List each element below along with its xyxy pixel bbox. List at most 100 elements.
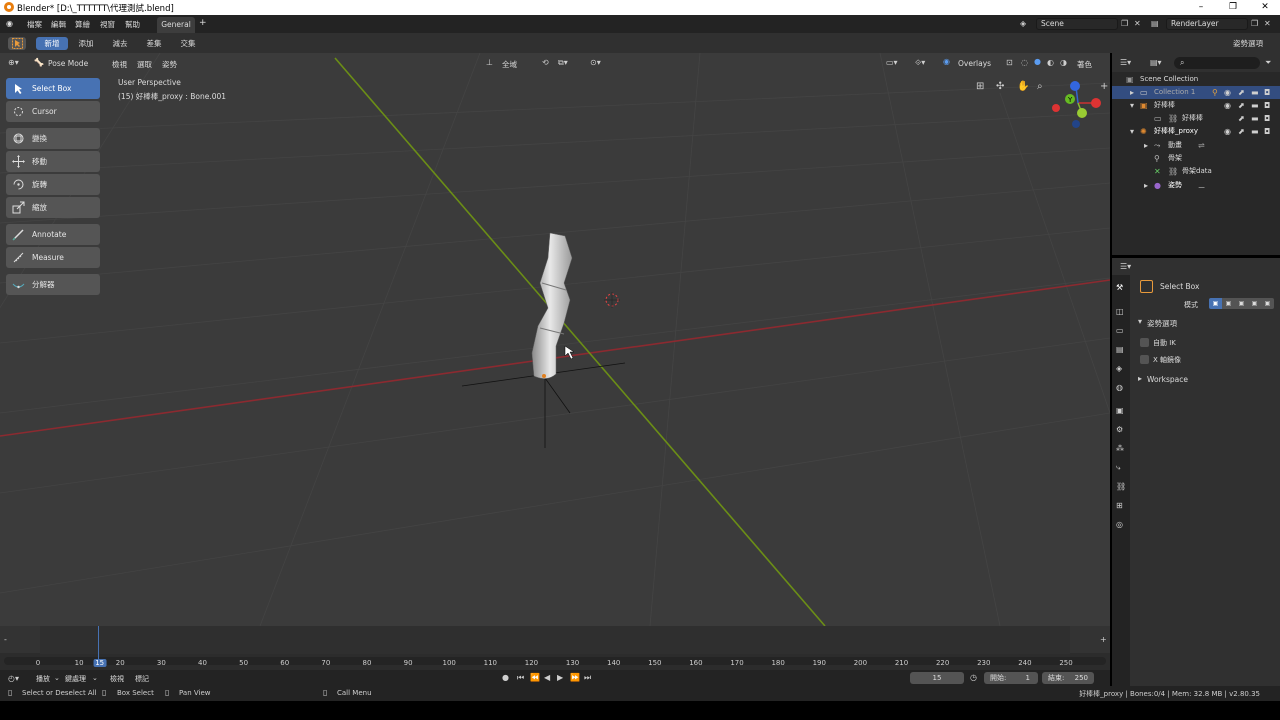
editor-type-icon[interactable]: ◴▾: [8, 674, 19, 684]
mode-subtract-button[interactable]: 減去: [104, 37, 136, 50]
scene-tab-icon[interactable]: ◈: [1116, 364, 1122, 374]
menu-view[interactable]: 檢視: [110, 674, 124, 684]
menu-edit[interactable]: 編輯: [51, 19, 66, 30]
tool-measure[interactable]: Measure: [6, 247, 100, 268]
play-icon[interactable]: ▶: [557, 673, 563, 683]
render-icon[interactable]: ◘: [1264, 101, 1270, 111]
expand-arrow-icon[interactable]: ▾: [1130, 101, 1134, 111]
selectable-icon[interactable]: ⬈: [1238, 101, 1245, 111]
overlays-icon[interactable]: ◉: [943, 57, 950, 67]
auto-ik-checkbox[interactable]: [1140, 338, 1149, 347]
pivot-icon[interactable]: ⟲: [542, 58, 549, 68]
render-icon[interactable]: ◘: [1264, 127, 1270, 137]
expand-arrow-icon[interactable]: ▸: [1144, 141, 1148, 151]
menu-playback[interactable]: 播放: [36, 674, 50, 684]
material-shading-icon[interactable]: ◐: [1047, 58, 1054, 68]
output-tab-icon[interactable]: ▭: [1116, 326, 1124, 336]
mode-intersect-icon[interactable]: ▣: [1261, 298, 1274, 309]
menu-render[interactable]: 算繪: [75, 19, 90, 30]
editor-type-icon[interactable]: ☰▾: [1120, 58, 1131, 68]
outliner-row-collection-1[interactable]: ▸ ▭ Collection 1 ⚲ ◉ ⬈ ▬ ◘: [1112, 86, 1280, 99]
zoom-view-icon[interactable]: ⌕: [1037, 82, 1043, 92]
new-scene-icon[interactable]: ❐: [1121, 19, 1128, 29]
pan-view-icon[interactable]: ✋: [1017, 82, 1029, 92]
world-tab-icon[interactable]: ◍: [1116, 383, 1123, 393]
gizmo-toggle-icon[interactable]: ⟐▾: [915, 58, 925, 68]
end-frame-field[interactable]: 結束: 250: [1042, 672, 1094, 684]
scene-selector[interactable]: Scene: [1036, 18, 1118, 30]
wireframe-shading-icon[interactable]: ◌: [1021, 58, 1028, 68]
tool-breakdowner[interactable]: 分解器: [6, 274, 100, 295]
view-layer-selector[interactable]: RenderLayer: [1166, 18, 1248, 30]
add-workspace-button[interactable]: +: [199, 18, 207, 28]
tool-transform[interactable]: 變換: [6, 128, 100, 149]
mode-selector[interactable]: Pose Mode: [48, 59, 88, 68]
x-mirror-checkbox[interactable]: [1140, 355, 1149, 364]
preview-range-icon[interactable]: ◷: [970, 673, 977, 683]
particles-tab-icon[interactable]: ⁂: [1116, 444, 1124, 454]
transform-orientation-dropdown[interactable]: 全域: [502, 59, 517, 70]
menu-keying[interactable]: 鍵處理: [65, 674, 86, 684]
editor-type-icon[interactable]: ☰▾: [1120, 262, 1131, 272]
outliner-row-instance[interactable]: ▭ ⛓ 好棒棒 ⬈ ▬ ◘: [1112, 112, 1280, 125]
tool-cursor[interactable]: Cursor: [6, 101, 100, 122]
visibility-eye-icon[interactable]: ◉: [1224, 127, 1231, 137]
workspace-panel-header[interactable]: ▸ Workspace: [1134, 372, 1280, 386]
outliner-row-proxy[interactable]: ▾ ✺ 好棒棒_proxy ◉ ⬈ ▬ ◘: [1112, 125, 1280, 138]
mode-difference-button[interactable]: 差集: [138, 37, 170, 50]
next-keyframe-icon[interactable]: ⏩: [570, 673, 580, 683]
render-icon[interactable]: ◘: [1264, 114, 1270, 124]
tool-select-box[interactable]: Select Box: [6, 78, 100, 99]
menu-window[interactable]: 視窗: [100, 19, 115, 30]
tool-annotate[interactable]: Annotate: [6, 224, 100, 245]
current-frame-field[interactable]: 15: [910, 672, 964, 684]
render-tab-icon[interactable]: ◫: [1116, 307, 1124, 317]
maximize-button[interactable]: ❐: [1218, 0, 1248, 15]
rendered-shading-icon[interactable]: ◑: [1060, 58, 1067, 68]
viewport-display-icon[interactable]: ▬: [1251, 101, 1259, 111]
expand-arrow-icon[interactable]: ▸: [1144, 181, 1148, 191]
selectable-icon[interactable]: ⬈: [1238, 88, 1245, 98]
mode-intersect-button[interactable]: 交集: [172, 37, 204, 50]
start-frame-field[interactable]: 開始: 1: [984, 672, 1038, 684]
selectable-icon[interactable]: ⬈: [1238, 114, 1245, 124]
pose-options-panel-header[interactable]: ▾ 姿勢選項: [1134, 315, 1280, 329]
expand-arrow-icon[interactable]: ▾: [1130, 127, 1134, 137]
timeline-track[interactable]: [40, 626, 1070, 654]
new-view-layer-icon[interactable]: ❐: [1251, 19, 1258, 29]
timeline-plus-icon[interactable]: +: [1100, 635, 1107, 645]
mode-difference-icon[interactable]: ▣: [1248, 298, 1261, 309]
tool-tab-icon[interactable]: ⚒: [1116, 283, 1123, 293]
viewport-expand-icon[interactable]: +: [1100, 82, 1108, 92]
outliner-row-animation[interactable]: ▸ ⤳ 動畫 ⇌: [1112, 139, 1280, 152]
menu-marker[interactable]: 標記: [135, 674, 149, 684]
outliner-row-pose[interactable]: ▸ ● 姿勢 ⚊: [1112, 179, 1280, 192]
viewport-display-icon[interactable]: ▬: [1251, 114, 1259, 124]
tool-scale[interactable]: 縮放: [6, 197, 100, 218]
jump-start-icon[interactable]: ⏮: [517, 673, 524, 683]
menu-help[interactable]: 幫助: [125, 19, 140, 30]
solid-shading-icon[interactable]: ●: [1034, 57, 1041, 67]
outliner-row-armature[interactable]: ⚲ 骨架: [1112, 152, 1280, 165]
overlays-dropdown[interactable]: Overlays: [958, 59, 991, 68]
editor-type-icon[interactable]: ⊕▾: [8, 58, 19, 68]
display-mode-icon[interactable]: ▤▾: [1150, 58, 1162, 68]
viewport-display-icon[interactable]: ▬: [1251, 88, 1259, 98]
prev-keyframe-icon[interactable]: ⏪: [530, 673, 540, 683]
record-icon[interactable]: ●: [502, 673, 509, 683]
mode-new-icon[interactable]: ▣: [1209, 298, 1222, 309]
bone-tab-icon[interactable]: ◎: [1116, 520, 1123, 530]
shading-dropdown[interactable]: 著色: [1077, 59, 1092, 70]
play-reverse-icon[interactable]: ◀: [544, 673, 550, 683]
blender-menu-icon[interactable]: ◉: [6, 19, 13, 29]
constraints-tab-icon[interactable]: ⛓: [1116, 482, 1126, 492]
minimize-button[interactable]: –: [1186, 0, 1216, 15]
snap-icon[interactable]: ⧉▾: [558, 58, 568, 68]
outliner-panel[interactable]: ☰▾ ▤▾ ⌕ ⏷ ▣ Scene Collection ▸ ▭ Collect…: [1112, 53, 1280, 255]
selectable-icon[interactable]: ⬈: [1238, 127, 1245, 137]
outliner-row-scene-collection[interactable]: ▣ Scene Collection: [1112, 73, 1280, 86]
menu-file[interactable]: 檔案: [27, 19, 42, 30]
outliner-search-input[interactable]: [1174, 57, 1260, 69]
properties-panel[interactable]: ☰▾ Select Box 模式 ▣ ▣ ▣ ▣ ▣ ▾ 姿勢選項 自動 IK …: [1112, 258, 1280, 686]
tool-move[interactable]: 移動: [6, 151, 100, 172]
